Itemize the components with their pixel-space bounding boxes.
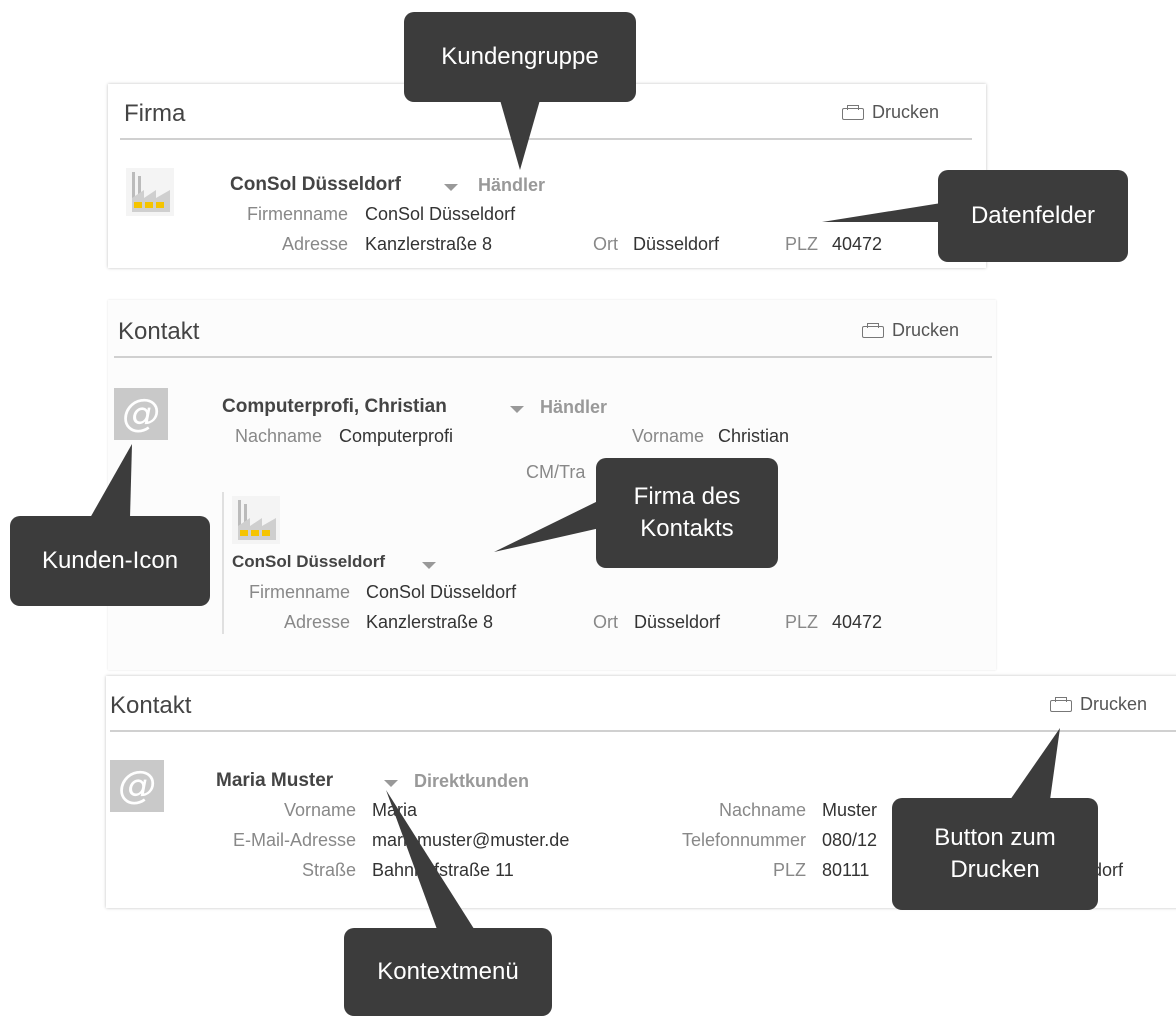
callout-firma-des-kontakts: Firma des Kontakts [596,458,778,568]
callout-kundengruppe: Kundengruppe [404,12,636,102]
callout-kunden-icon: Kunden-Icon [10,516,210,606]
callout-kontextmenue: Kontextmenü [344,928,552,1016]
callout-datenfelder: Datenfelder [938,170,1128,262]
callout-button-zum-drucken: Button zum Drucken [892,798,1098,910]
